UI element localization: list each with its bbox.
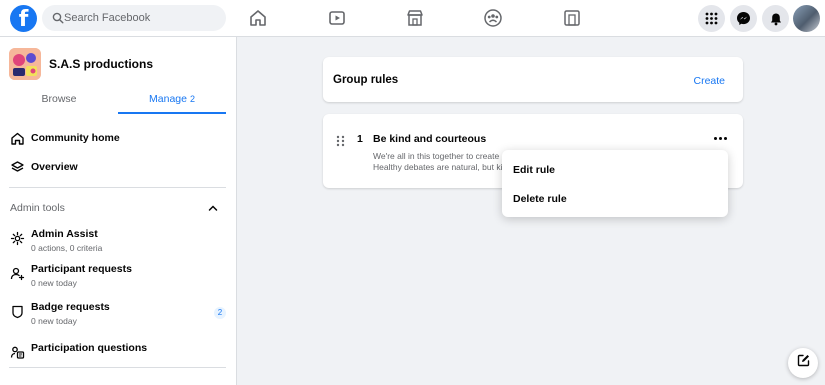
rule-description-line: We're all in this together to create: [373, 151, 500, 161]
admin-tools-heading: Admin tools: [10, 202, 65, 214]
participant-requests-count-badge: 2: [214, 307, 226, 319]
gaming-icon[interactable]: [561, 7, 583, 29]
layers-icon: [9, 159, 25, 175]
create-rule-button[interactable]: Create: [693, 75, 725, 87]
search-input[interactable]: [64, 5, 222, 31]
sidebar-item-subtext: 0 new today: [31, 316, 77, 326]
sidebar-divider: [9, 367, 226, 368]
top-navigation-bar: f: [0, 0, 825, 37]
rule-description-line: Healthy debates are natural, but ki: [373, 162, 503, 172]
badge-shield-icon: [9, 303, 25, 319]
menu-item-edit-rule[interactable]: Edit rule: [506, 157, 724, 183]
tab-browse-label: Browse: [41, 93, 77, 105]
question-list-icon: [9, 344, 25, 360]
facebook-logo[interactable]: f: [10, 5, 37, 32]
menu-grid-icon[interactable]: [698, 5, 725, 32]
more-options-icon[interactable]: [714, 135, 728, 141]
sidebar-item-label: Overview: [31, 161, 78, 173]
notifications-icon[interactable]: [762, 5, 789, 32]
rule-title: Be kind and courteous: [373, 133, 487, 145]
sidebar-item-label: Participation questions: [31, 342, 148, 354]
drag-handle-icon[interactable]: [336, 134, 345, 147]
watch-icon[interactable]: [326, 7, 348, 29]
rule-options-menu: Edit rule Delete rule: [502, 150, 728, 217]
group-name[interactable]: S.A.S productions: [49, 57, 153, 71]
search-box[interactable]: [42, 5, 226, 31]
active-tab-indicator: [118, 112, 226, 114]
page-title: Group rules: [333, 74, 399, 86]
chevron-up-icon[interactable]: [207, 201, 219, 213]
new-message-button[interactable]: [788, 348, 818, 378]
messenger-icon[interactable]: [730, 5, 757, 32]
rule-number: 1: [357, 133, 363, 145]
marketplace-icon[interactable]: [404, 7, 426, 29]
sidebar-item-label: Admin Assist: [31, 228, 98, 240]
rule-description: We're all in this together to create Hea…: [373, 151, 503, 173]
person-add-icon: [9, 265, 25, 281]
tab-manage-count: 2: [189, 94, 195, 104]
group-rules-header-card: Group rules Create: [323, 57, 743, 102]
group-admin-sidebar: S.A.S productions Browse Manage 2 Communi…: [0, 37, 237, 385]
tab-manage[interactable]: Manage 2: [118, 93, 226, 113]
sidebar-item-label: Community home: [31, 132, 120, 144]
home-icon: [9, 130, 25, 146]
sidebar-item-community-home[interactable]: Community home: [9, 128, 226, 148]
gear-icon: [9, 230, 25, 246]
sidebar-divider: [9, 187, 226, 188]
search-icon: [52, 11, 64, 29]
compose-icon: [796, 353, 811, 373]
tab-browse[interactable]: Browse: [0, 93, 118, 113]
sidebar-item-subtext: 0 actions, 0 criteria: [31, 243, 103, 253]
home-icon[interactable]: [247, 7, 269, 29]
groups-icon[interactable]: [482, 7, 504, 29]
menu-item-delete-rule[interactable]: Delete rule: [506, 186, 724, 212]
sidebar-item-subtext: 0 new today: [31, 278, 77, 288]
account-avatar[interactable]: [793, 5, 820, 32]
group-cover-thumbnail[interactable]: [9, 48, 41, 80]
sidebar-item-label: Participant requests: [31, 263, 132, 275]
sidebar-item-overview[interactable]: Overview: [9, 157, 226, 177]
sidebar-item-label: Badge requests: [31, 301, 110, 313]
tab-manage-label: Manage: [149, 93, 187, 105]
